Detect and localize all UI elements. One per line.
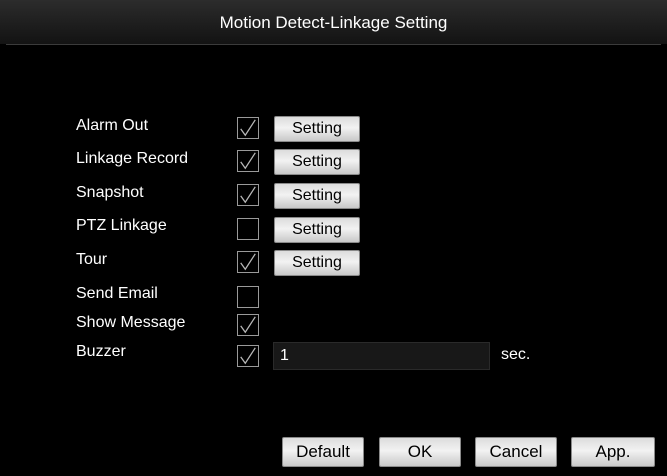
check-icon [240, 152, 256, 170]
check-icon [240, 347, 256, 365]
dialog-title: Motion Detect-Linkage Setting [219, 13, 448, 32]
buzzer-label: Buzzer [76, 343, 126, 360]
check-icon [240, 316, 256, 334]
snapshot-label: Snapshot [76, 184, 144, 201]
linkage-record-label: Linkage Record [76, 150, 189, 167]
check-icon [240, 253, 256, 271]
linkage-record-setting-button[interactable]: Setting [274, 149, 360, 175]
send-email-checkbox[interactable] [237, 286, 259, 308]
snapshot-setting-button[interactable]: Setting [274, 183, 360, 209]
tour-checkbox[interactable] [237, 251, 259, 273]
buzzer-unit-label: sec. [501, 346, 531, 363]
ok-button[interactable]: OK [379, 437, 461, 467]
send-email-label: Send Email [76, 285, 158, 302]
cancel-button[interactable]: Cancel [475, 437, 557, 467]
tour-label: Tour [76, 251, 108, 268]
linkage-record-checkbox[interactable] [237, 150, 259, 172]
default-button[interactable]: Default [282, 437, 364, 467]
buzzer-checkbox[interactable] [237, 345, 259, 367]
title-bar: Motion Detect-Linkage Setting [0, 0, 667, 44]
alarm-out-setting-button[interactable]: Setting [274, 116, 360, 142]
buzzer-duration-input[interactable]: 1 [273, 342, 490, 370]
ptz-linkage-setting-button[interactable]: Setting [274, 217, 360, 243]
ptz-linkage-checkbox[interactable] [237, 218, 259, 240]
tour-setting-button[interactable]: Setting [274, 250, 360, 276]
snapshot-checkbox[interactable] [237, 184, 259, 206]
title-divider [6, 44, 661, 45]
check-icon [240, 119, 256, 137]
alarm-out-label: Alarm Out [76, 117, 149, 134]
ptz-linkage-label: PTZ Linkage [76, 217, 167, 234]
apply-button[interactable]: App. [571, 437, 655, 467]
show-message-checkbox[interactable] [237, 314, 259, 336]
alarm-out-checkbox[interactable] [237, 117, 259, 139]
show-message-label: Show Message [76, 314, 186, 331]
check-icon [240, 186, 256, 204]
